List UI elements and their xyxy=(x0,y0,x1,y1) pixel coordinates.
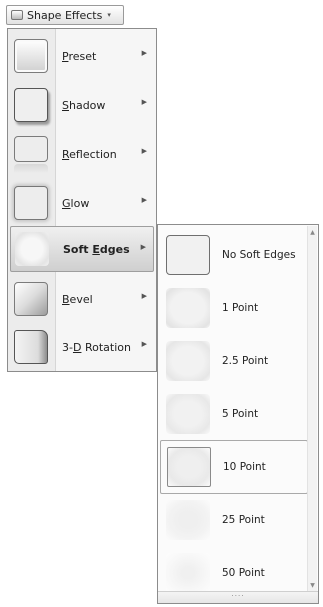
shape-effects-icon xyxy=(11,10,23,20)
glow-thumbnail-icon xyxy=(14,186,48,220)
gallery-item-label: 10 Point xyxy=(223,461,266,473)
menu-item-soft-edges[interactable]: Soft Edges ▶ xyxy=(10,226,154,272)
menu-item-reflection[interactable]: Reflection ▶ xyxy=(10,131,154,177)
soft-edge-preview-icon xyxy=(166,341,210,381)
submenu-arrow-icon: ▶ xyxy=(141,292,147,300)
submenu-arrow-icon: ▶ xyxy=(140,243,146,251)
preset-thumbnail-icon xyxy=(14,39,48,73)
reflection-thumbnail-icon xyxy=(14,136,48,173)
menu-item-label: Bevel xyxy=(62,292,93,306)
gallery-item-label: 25 Point xyxy=(222,514,265,526)
shape-effects-button[interactable]: Shape Effects ▾ xyxy=(6,5,124,25)
scroll-up-icon[interactable]: ▲ xyxy=(308,228,317,237)
menu-item-label: Soft Edges xyxy=(63,242,130,256)
soft-edge-preview-icon xyxy=(166,288,210,328)
resize-grip[interactable]: ···· xyxy=(158,591,318,603)
menu-item-label: Shadow xyxy=(62,98,106,112)
gallery-item-5-point[interactable]: 5 Point xyxy=(160,387,308,441)
gallery-item-1-point[interactable]: 1 Point xyxy=(160,281,308,335)
menu-item-bevel[interactable]: Bevel ▶ xyxy=(10,276,154,322)
gallery-item-label: 2.5 Point xyxy=(222,355,269,367)
gallery-item-no-soft-edges[interactable]: No Soft Edges xyxy=(160,228,308,282)
soft-edges-gallery: No Soft Edges 1 Point 2.5 Point 5 Point … xyxy=(157,224,319,604)
gallery-item-label: No Soft Edges xyxy=(222,249,296,261)
soft-edges-thumbnail-icon xyxy=(15,232,49,266)
shape-effects-label: Shape Effects xyxy=(27,8,103,22)
gallery-item-label: 50 Point xyxy=(222,567,265,579)
gallery-scrollbar[interactable]: ▲ ▼ xyxy=(307,226,317,592)
gallery-item-label: 1 Point xyxy=(222,302,259,314)
menu-item-label: Reflection xyxy=(62,147,117,161)
gallery-item-label: 5 Point xyxy=(222,408,259,420)
submenu-arrow-icon: ▶ xyxy=(141,147,147,155)
menu-item-glow[interactable]: Glow ▶ xyxy=(10,180,154,226)
scroll-down-icon[interactable]: ▼ xyxy=(308,581,317,590)
soft-edge-preview-icon xyxy=(167,447,211,487)
submenu-arrow-icon: ▶ xyxy=(141,340,147,348)
menu-item-label: Glow xyxy=(62,196,90,210)
gallery-item-10-point[interactable]: 10 Point xyxy=(160,440,308,494)
submenu-arrow-icon: ▶ xyxy=(141,196,147,204)
soft-edge-preview-icon xyxy=(166,553,210,593)
menu-item-label: 3-D Rotation xyxy=(62,340,131,354)
soft-edge-preview-icon xyxy=(166,394,210,434)
menu-item-preset[interactable]: Preset ▶ xyxy=(10,33,154,79)
shadow-thumbnail-icon xyxy=(14,88,48,122)
submenu-arrow-icon: ▶ xyxy=(141,98,147,106)
3d-rotation-thumbnail-icon xyxy=(14,330,48,364)
soft-edge-preview-icon xyxy=(166,500,210,540)
gallery-item-25-point[interactable]: 25 Point xyxy=(160,493,308,547)
dropdown-caret-icon: ▾ xyxy=(107,11,111,19)
menu-item-shadow[interactable]: Shadow ▶ xyxy=(10,82,154,128)
shape-effects-menu: Preset ▶ Shadow ▶ Reflection ▶ Glow ▶ So… xyxy=(7,28,157,372)
menu-item-label: Preset xyxy=(62,49,97,63)
no-soft-edges-preview-icon xyxy=(166,235,210,275)
submenu-arrow-icon: ▶ xyxy=(141,49,147,57)
gallery-item-2-5-point[interactable]: 2.5 Point xyxy=(160,334,308,388)
bevel-thumbnail-icon xyxy=(14,282,48,316)
menu-item-3d-rotation[interactable]: 3-D Rotation ▶ xyxy=(10,324,154,370)
